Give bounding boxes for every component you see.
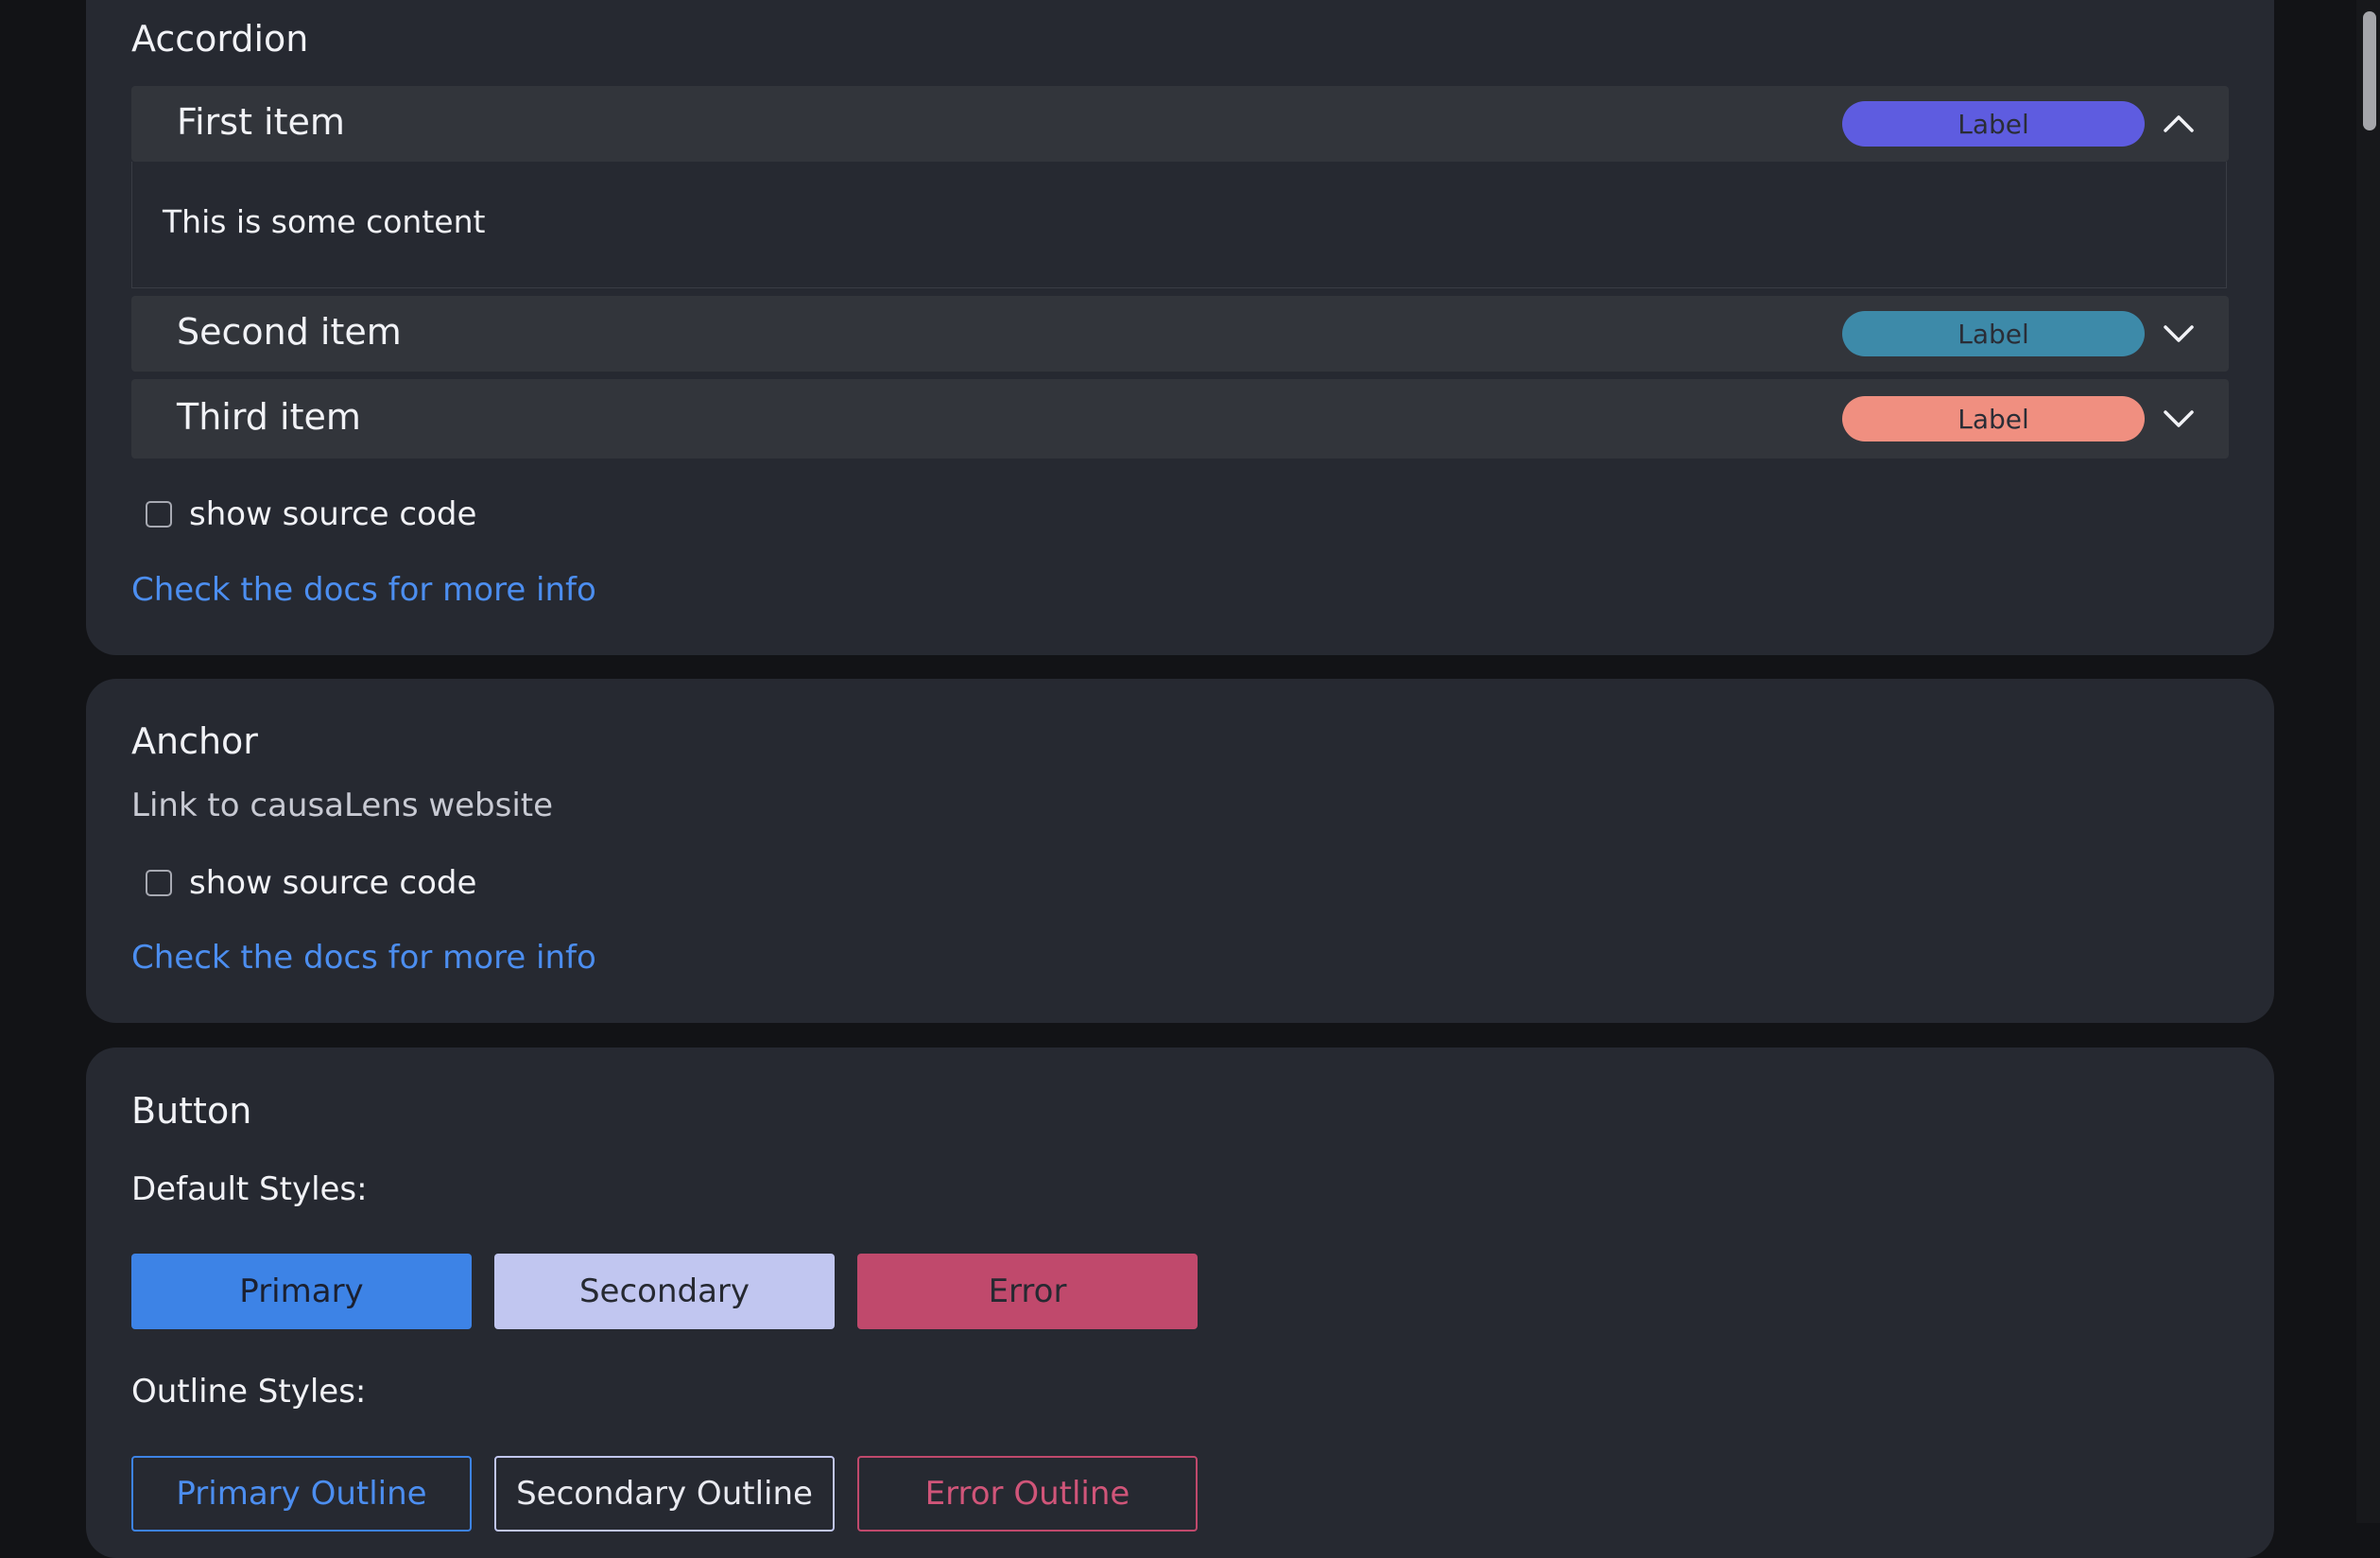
primary-button[interactable]: Primary: [131, 1254, 472, 1329]
show-source-label: show source code: [189, 495, 477, 533]
docs-link[interactable]: Check the docs for more info: [131, 939, 596, 977]
causalens-website-link[interactable]: Link to causaLens website: [131, 787, 553, 824]
chevron-down-icon[interactable]: [2160, 315, 2198, 353]
outline-styles-heading: Outline Styles:: [131, 1373, 367, 1411]
scrollbar-track[interactable]: [2356, 0, 2380, 1523]
show-source-label: show source code: [189, 864, 477, 902]
accordion-item-third[interactable]: Third item Label: [131, 379, 2229, 459]
anchor-title: Anchor: [131, 720, 258, 762]
error-outline-button[interactable]: Error Outline: [857, 1456, 1198, 1532]
accordion-title: Accordion: [131, 18, 309, 60]
error-button[interactable]: Error: [857, 1254, 1198, 1329]
page: Accordion First item Label This is some …: [0, 0, 2380, 1558]
chevron-up-icon[interactable]: [2160, 105, 2198, 143]
scrollbar-thumb[interactable]: [2363, 11, 2376, 130]
accordion-item-label: First item: [177, 101, 345, 143]
accordion-item-label: Third item: [177, 396, 361, 438]
docs-link[interactable]: Check the docs for more info: [131, 571, 596, 609]
accordion-item-first[interactable]: First item Label: [131, 86, 2229, 162]
accordion-item-second[interactable]: Second item Label: [131, 296, 2229, 372]
chevron-down-icon[interactable]: [2160, 400, 2198, 438]
accordion-item-badge: Label: [1842, 396, 2145, 441]
show-source-checkbox[interactable]: [146, 870, 172, 896]
primary-outline-button[interactable]: Primary Outline: [131, 1456, 472, 1532]
accordion-item-badge: Label: [1842, 311, 2145, 356]
secondary-button[interactable]: Secondary: [494, 1254, 835, 1329]
accordion-item-label: Second item: [177, 311, 402, 353]
accordion-content-text: This is some content: [163, 203, 486, 240]
accordion-item-content: This is some content: [131, 162, 2227, 288]
anchor-card: Anchor Link to causaLens website show so…: [86, 679, 2274, 1023]
default-styles-heading: Default Styles:: [131, 1170, 368, 1208]
button-title: Button: [131, 1090, 252, 1132]
secondary-outline-button[interactable]: Secondary Outline: [494, 1456, 835, 1532]
accordion-item-badge: Label: [1842, 101, 2145, 147]
show-source-checkbox[interactable]: [146, 501, 172, 528]
accordion-card: Accordion First item Label This is some …: [86, 0, 2274, 655]
button-card: Button Default Styles: Primary Secondary…: [86, 1047, 2274, 1558]
show-source-toggle[interactable]: show source code: [146, 495, 476, 533]
show-source-toggle[interactable]: show source code: [146, 864, 476, 902]
